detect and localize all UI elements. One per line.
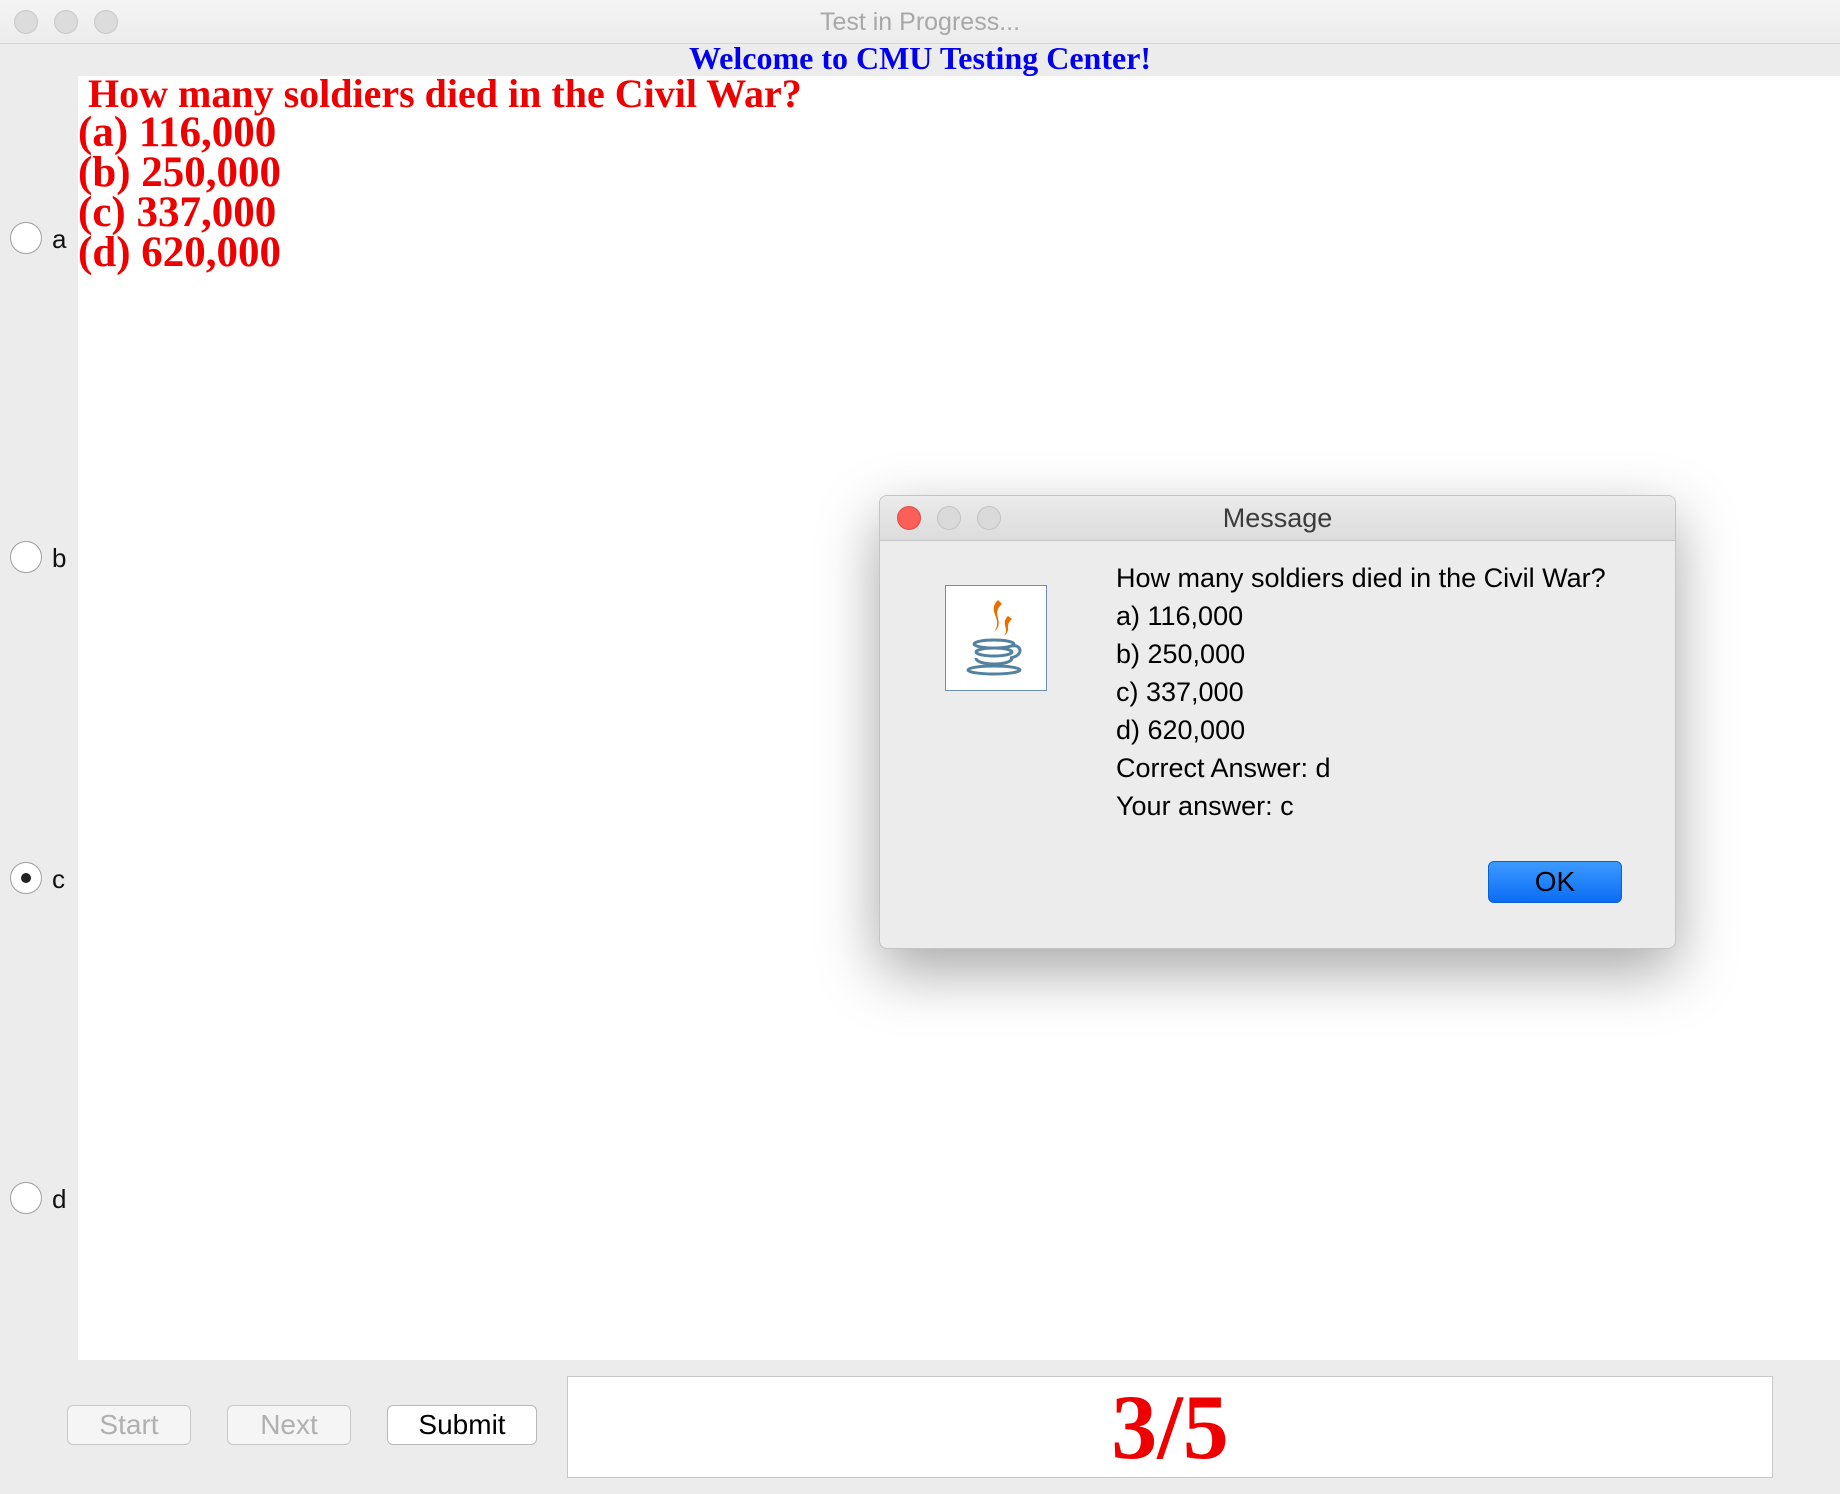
dialog-titlebar: Message xyxy=(880,496,1675,541)
score-box: 3/5 xyxy=(567,1376,1773,1478)
message-dialog: Message How many soldiers died in the Ci… xyxy=(879,495,1676,949)
dialog-your-answer: Your answer: c xyxy=(1116,791,1294,821)
submit-button[interactable]: Submit xyxy=(387,1405,537,1445)
dialog-option-c: c) 337,000 xyxy=(1116,677,1244,707)
radio-label: b xyxy=(52,543,67,573)
start-button[interactable]: Start xyxy=(67,1405,191,1445)
test-window: Test in Progress... Welcome to CMU Testi… xyxy=(0,0,1840,1494)
question-option-a: (a) 116,000 xyxy=(78,109,277,156)
java-icon xyxy=(945,585,1047,691)
dialog-option-b: b) 250,000 xyxy=(1116,639,1246,669)
ok-button[interactable]: OK xyxy=(1488,861,1622,903)
window-titlebar: Test in Progress... xyxy=(0,0,1840,44)
dialog-question-text: How many soldiers died in the Civil War? xyxy=(1116,563,1606,593)
score-text: 3/5 xyxy=(1111,1376,1229,1478)
radio-selected-dot xyxy=(21,873,31,883)
dialog-correct-answer: Correct Answer: d xyxy=(1116,753,1331,783)
radio-circle[interactable] xyxy=(10,541,42,573)
radio-label: d xyxy=(52,1184,67,1214)
radio-label: a xyxy=(52,224,67,254)
dialog-title: Message xyxy=(1222,503,1333,533)
radio-circle[interactable] xyxy=(10,222,42,254)
window-title: Test in Progress... xyxy=(819,8,1021,36)
radio-circle[interactable] xyxy=(10,1182,42,1214)
next-button[interactable]: Next xyxy=(227,1405,351,1445)
question-option-b: (b) 250,000 xyxy=(78,149,282,196)
question-option-c: (c) 337,000 xyxy=(78,189,277,236)
dialog-option-d: d) 620,000 xyxy=(1116,715,1246,745)
question-option-d: (d) 620,000 xyxy=(78,229,282,276)
dialog-option-a: a) 116,000 xyxy=(1116,601,1244,631)
radio-circle[interactable] xyxy=(10,862,42,894)
radio-label: c xyxy=(52,864,65,894)
